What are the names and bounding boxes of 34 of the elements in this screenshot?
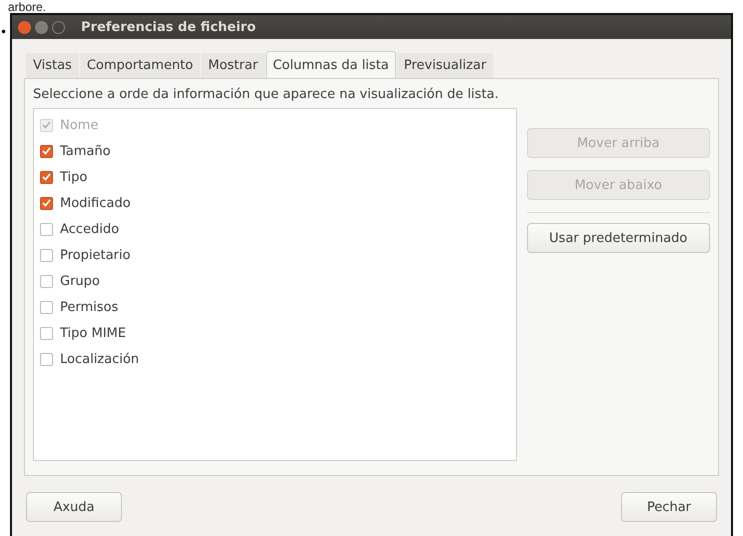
checkbox[interactable] bbox=[40, 352, 53, 366]
tab[interactable]: Vistas bbox=[26, 53, 79, 78]
close-dialog-button[interactable]: Pechar bbox=[621, 492, 717, 522]
column-label: Nome bbox=[60, 118, 98, 132]
tab[interactable]: Previsualizar bbox=[396, 53, 494, 78]
column-label: Tamaño bbox=[60, 144, 111, 158]
tab[interactable]: Comportamento bbox=[80, 53, 200, 78]
checkbox[interactable] bbox=[40, 170, 53, 184]
checkbox[interactable] bbox=[40, 326, 53, 340]
column-label: Localización bbox=[60, 352, 140, 366]
minimize-button[interactable] bbox=[35, 20, 48, 34]
checkbox[interactable] bbox=[40, 248, 53, 262]
maximize-button[interactable] bbox=[52, 20, 65, 34]
column-label: Modificado bbox=[60, 196, 131, 210]
bullet: • bbox=[0, 27, 8, 37]
column-label: Grupo bbox=[60, 274, 100, 288]
checkbox[interactable] bbox=[40, 274, 53, 288]
column-label: Propietario bbox=[60, 248, 130, 262]
window-title: Preferencias de ficheiro bbox=[81, 20, 256, 34]
column-label: Tipo MIME bbox=[60, 326, 126, 340]
column-label: Tipo bbox=[60, 170, 88, 184]
checkbox[interactable] bbox=[40, 144, 53, 158]
tab[interactable]: Columnas da lista bbox=[266, 51, 396, 78]
checkbox[interactable] bbox=[40, 300, 53, 314]
instruction-text: Seleccione a orde da información que aparece na visualización de lista. bbox=[33, 87, 500, 102]
checkbox[interactable] bbox=[40, 222, 53, 236]
column-label: Permisos bbox=[60, 300, 118, 314]
column-label: Accedido bbox=[60, 222, 120, 236]
checkbox[interactable] bbox=[40, 196, 53, 210]
help-button[interactable]: Axuda bbox=[26, 492, 122, 522]
reset-default-button[interactable]: Usar predeterminado bbox=[526, 223, 710, 253]
tab[interactable]: Mostrar bbox=[201, 53, 265, 78]
page-text: arbore. bbox=[8, 1, 46, 14]
close-button[interactable] bbox=[18, 20, 31, 34]
